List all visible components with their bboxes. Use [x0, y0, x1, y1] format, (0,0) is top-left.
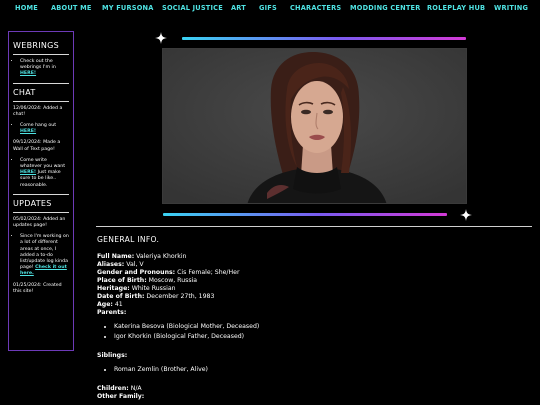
sidebar: WEBRINGS Check out the webrings I'm in H… [8, 31, 74, 351]
age-row: Age: 41 [97, 301, 527, 309]
full-name-label: Full Name: [97, 253, 135, 260]
webrings-item: Check out the webrings I'm in HERE! [20, 59, 69, 78]
list-item: Katerina Besova (Biological Mother, Dece… [114, 323, 527, 331]
dob-label: Date of Birth: [97, 293, 145, 300]
heritage-row: Heritage: White Russian [97, 285, 527, 293]
wall-of-text-item-text: Come write whatever you want [20, 157, 66, 170]
list-item: Igor Khorkin (Biological Father, Decease… [114, 333, 527, 341]
age-label: Age: [97, 301, 113, 308]
parents-list: Katerina Besova (Biological Mother, Dece… [97, 323, 527, 341]
wall-of-text-link[interactable]: HERE! [20, 170, 36, 175]
dob-value: December 27th, 1983 [146, 293, 215, 300]
chat-link[interactable]: HERE! [20, 129, 36, 134]
nav-about-me[interactable]: ABOUT ME [51, 4, 92, 12]
parents-label: Parents: [97, 309, 127, 316]
general-info-section: GENERAL INFO. Full Name: Valeriya Khorki… [97, 236, 527, 401]
siblings-list: Roman Zemlin (Brother, Alive) [97, 366, 527, 374]
divider [13, 193, 69, 195]
gradient-divider-bottom [163, 213, 447, 216]
portrait-image [163, 49, 466, 203]
updates-item: Since I'm working on a lot of different … [20, 234, 69, 277]
nav-roleplay-hub[interactable]: ROLEPLAY HUB [427, 4, 485, 12]
children-value: N/A [130, 385, 142, 392]
divider [13, 82, 69, 84]
chat-list-2: Come write whatever you want HERE! Just … [13, 158, 69, 189]
sparkle-icon [155, 32, 167, 44]
webrings-link[interactable]: HERE! [20, 71, 36, 76]
updates-heading: UPDATES [13, 198, 52, 208]
nav-modding-center[interactable]: MODDING CENTER [350, 4, 421, 12]
birthplace-row: Place of Birth: Moscow, Russia [97, 277, 527, 285]
full-name-value: Valeriya Khorkin [136, 253, 187, 260]
gender-row: Gender and Pronouns: Cis Female; She/Her [97, 269, 527, 277]
aliases-row: Aliases: Val, V [97, 261, 527, 269]
other-family-row: Other Family: [97, 393, 527, 401]
heritage-value: White Russian [131, 285, 176, 292]
gender-label: Gender and Pronouns: [97, 269, 176, 276]
nav-gifs[interactable]: GIFS [259, 4, 277, 12]
nav-social-justice[interactable]: SOCIAL JUSTICE [162, 4, 223, 12]
age-value: 41 [114, 301, 123, 308]
aliases-label: Aliases: [97, 261, 125, 268]
divider [13, 100, 69, 102]
character-portrait [162, 48, 467, 204]
other-family-label: Other Family: [97, 393, 145, 400]
general-info-title: GENERAL INFO. [97, 235, 160, 244]
chat-entry-date: 12/06/2024: Added a chat! [13, 105, 63, 117]
created-entry: 01/25/2024: Created this site! [13, 282, 62, 294]
nav-writing[interactable]: WRITING [494, 4, 528, 12]
chat-item: Come hang out HERE! [20, 123, 69, 135]
birthplace-label: Place of Birth: [97, 277, 147, 284]
webrings-heading: WEBRINGS [13, 41, 60, 50]
wall-of-text-entry: 09/12/2024: Made a Wall of Text page! [13, 140, 61, 152]
nav-characters[interactable]: CHARACTERS [290, 4, 341, 12]
chat-heading: CHAT [13, 87, 36, 97]
aliases-value: Val, V [126, 261, 144, 268]
divider [13, 211, 69, 213]
parents-row: Parents: [97, 309, 527, 317]
nav-my-fursona[interactable]: MY FURSONA [102, 4, 154, 12]
sparkle-icon [460, 209, 472, 221]
dob-row: Date of Birth: December 27th, 1983 [97, 293, 527, 301]
wall-of-text-item: Come write whatever you want HERE! Just … [20, 158, 69, 189]
full-name-row: Full Name: Valeriya Khorkin [97, 253, 527, 261]
updates-list: Since I'm working on a lot of different … [13, 234, 69, 277]
birthplace-value: Moscow, Russia [148, 277, 198, 284]
heritage-label: Heritage: [97, 285, 130, 292]
nav-art[interactable]: ART [231, 4, 246, 12]
webrings-list: Check out the webrings I'm in HERE! [13, 59, 69, 78]
gender-value: Cis Female; She/Her [177, 269, 240, 276]
children-row: Children: N/A [97, 385, 527, 393]
siblings-row: Siblings: [97, 352, 527, 360]
children-label: Children: [97, 385, 129, 392]
webrings-item-text: Check out the webrings I'm in [20, 59, 56, 71]
list-item: Roman Zemlin (Brother, Alive) [114, 366, 527, 374]
updates-entry: 05/02/2024: Added an updates page! [13, 216, 66, 229]
section-divider [96, 226, 532, 227]
gradient-divider-top [182, 37, 466, 40]
chat-list-1: Come hang out HERE! [13, 123, 69, 135]
nav-home[interactable]: HOME [15, 4, 38, 12]
divider [13, 54, 69, 55]
top-navigation: HOME ABOUT ME MY FURSONA SOCIAL JUSTICE … [0, 0, 540, 16]
chat-item-text: Come hang out [20, 123, 57, 129]
siblings-label: Siblings: [97, 352, 128, 359]
